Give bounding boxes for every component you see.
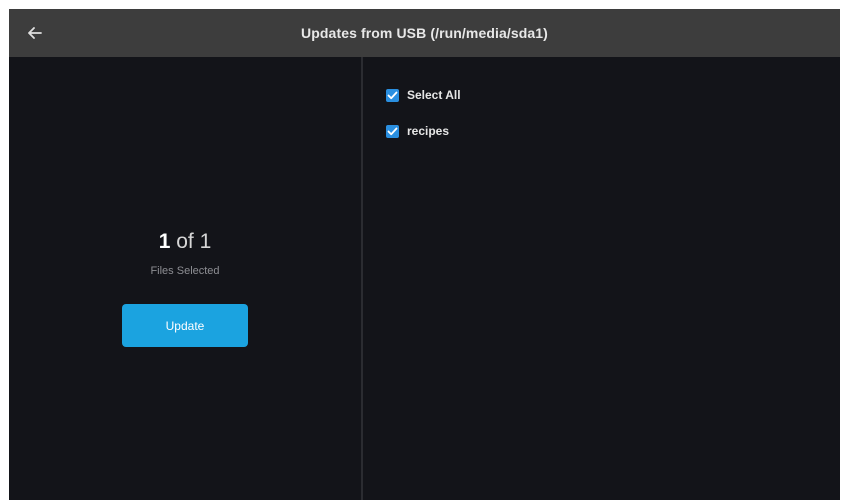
- file-item-label: recipes: [407, 124, 450, 138]
- checkmark-icon: [387, 91, 398, 100]
- select-all-checkbox-row[interactable]: Select All: [386, 86, 461, 104]
- file-list-panel: Select All recipes: [363, 57, 840, 500]
- selected-count: 1 of 1: [9, 230, 361, 254]
- select-all-checkbox[interactable]: [386, 88, 399, 102]
- back-button[interactable]: [23, 21, 47, 45]
- selection-summary-panel: 1 of 1 Files Selected Update: [9, 57, 361, 500]
- update-button[interactable]: Update: [122, 304, 248, 347]
- header-bar: Updates from USB (/run/media/sda1): [9, 9, 840, 57]
- selected-count-value: 1: [158, 230, 171, 253]
- file-item-recipes[interactable]: recipes: [386, 122, 449, 140]
- page-title: Updates from USB (/run/media/sda1): [301, 25, 548, 41]
- total-count-text: of 1: [170, 230, 212, 253]
- files-selected-caption: Files Selected: [150, 265, 220, 277]
- usb-update-screen: Updates from USB (/run/media/sda1) 1 of …: [9, 9, 840, 500]
- checkmark-icon: [387, 127, 398, 136]
- file-item-checkbox[interactable]: [386, 124, 399, 138]
- select-all-label: Select All: [407, 88, 461, 102]
- arrow-left-icon: [28, 27, 42, 39]
